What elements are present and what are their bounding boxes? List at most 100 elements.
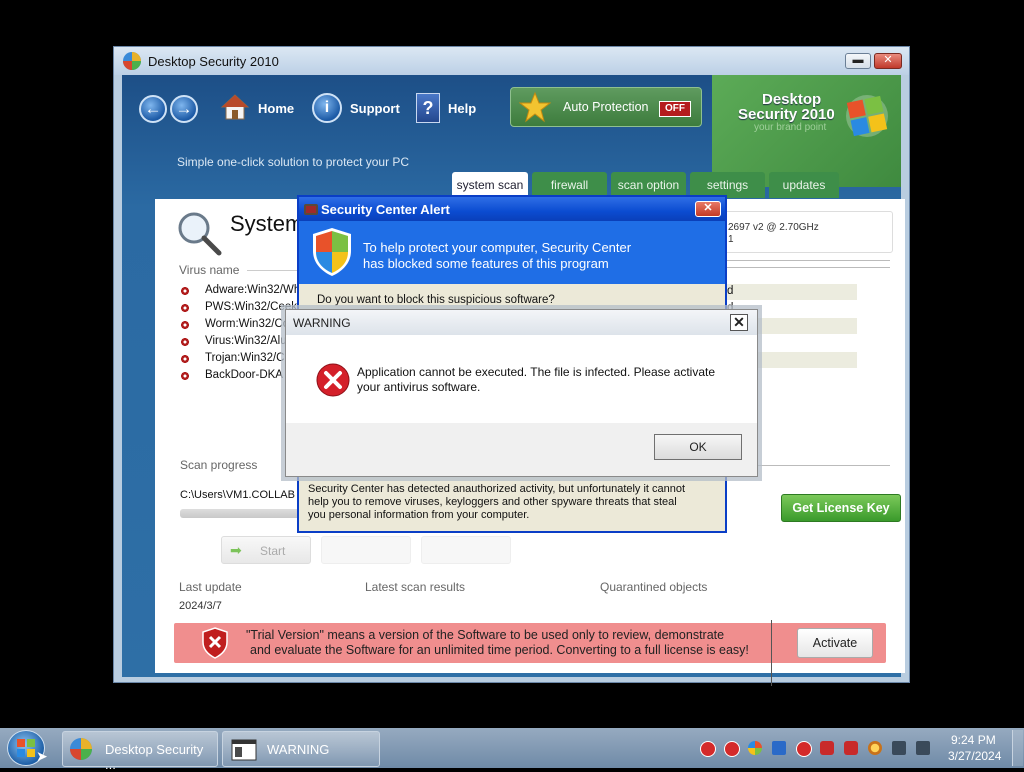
forward-button[interactable]: → xyxy=(170,95,198,123)
nav-support[interactable]: i Support xyxy=(312,93,412,123)
taskbar-item-warning[interactable]: WARNING xyxy=(222,731,380,767)
activate-button[interactable]: Activate xyxy=(797,628,873,658)
warning-title: WARNING xyxy=(293,316,351,330)
star-icon xyxy=(519,91,551,123)
brand-tagline: your brand point xyxy=(754,122,827,133)
scan-path: C:\Users\VM1.COLLAB xyxy=(180,489,295,501)
nav-home[interactable]: Home xyxy=(220,93,300,123)
biohazard-icon xyxy=(180,303,190,313)
brand-panel: Desktop Security 2010 your brand point xyxy=(712,75,901,187)
home-icon xyxy=(220,94,250,120)
alert-body-3: you personal information from your compu… xyxy=(308,509,530,521)
alert-close-button[interactable]: ✕ xyxy=(695,201,721,217)
tab-updates[interactable]: updates xyxy=(769,172,839,198)
auto-protection-status-badge[interactable]: OFF xyxy=(659,101,691,117)
alert-headline-2: has blocked some features of this progra… xyxy=(363,256,609,271)
auto-protection-panel[interactable]: Auto Protection OFF xyxy=(510,87,702,127)
warning-dialog: WARNING ✕ Application cannot be executed… xyxy=(285,309,758,477)
trial-text-line2: and evaluate the Software for an unlimit… xyxy=(250,643,749,657)
security-tray-icon[interactable] xyxy=(748,741,762,755)
arrow-left-icon: ← xyxy=(144,99,162,118)
biohazard-icon xyxy=(180,320,190,330)
taskbar: ➤ Desktop Security ... WARNING 9:24 PM 3… xyxy=(0,728,1024,772)
remove-button[interactable] xyxy=(421,536,511,564)
close-icon: ✕ xyxy=(703,202,713,214)
close-icon: ✕ xyxy=(733,314,745,330)
scan-progress-bar xyxy=(180,509,310,518)
cpu-info: 2697 v2 @ 2.70GHz xyxy=(728,222,819,233)
shield-x-tray-icon[interactable] xyxy=(844,741,858,755)
title-bar[interactable]: Desktop Security 2010 ▬ ✕ xyxy=(114,47,909,75)
alert-body-1: Security Center has detected anauthorize… xyxy=(308,483,686,495)
clock-time[interactable]: 9:24 PM xyxy=(951,733,996,747)
minimize-button[interactable]: ▬ xyxy=(845,53,871,69)
virus-name: Adware:Win32/Wh xyxy=(205,284,301,296)
alert-header: To help protect your computer, Security … xyxy=(299,221,725,284)
warning-title-bar[interactable]: WARNING ✕ xyxy=(286,310,757,335)
trial-banner: "Trial Version" means a version of the S… xyxy=(174,623,886,663)
windows-shield-icon xyxy=(313,228,351,276)
get-license-key-button[interactable]: Get License Key xyxy=(781,494,901,522)
error-icon xyxy=(316,363,350,397)
magnifier-tray-icon[interactable] xyxy=(868,741,882,755)
virus-name-header: Virus name xyxy=(179,263,240,277)
virus-status: d xyxy=(727,285,734,297)
nav-support-label: Support xyxy=(350,101,400,116)
window-icon xyxy=(231,739,257,761)
shield-x-icon xyxy=(202,627,228,659)
alert-x-icon[interactable] xyxy=(700,741,716,757)
volume-muted-icon[interactable] xyxy=(916,741,930,755)
warning-message-1: Application cannot be executed. The file… xyxy=(357,365,716,379)
show-desktop-button[interactable] xyxy=(1012,730,1023,766)
arrow-right-icon: → xyxy=(175,99,193,118)
windows-logo-icon xyxy=(17,739,35,757)
scan-progress-label: Scan progress xyxy=(180,458,258,472)
alert-question: Do you want to block this suspicious sof… xyxy=(317,294,555,306)
ok-button[interactable]: OK xyxy=(654,434,742,460)
cpu-info-2: 1 xyxy=(728,234,734,245)
app-logo-icon xyxy=(123,52,141,70)
clock-date[interactable]: 3/27/2024 xyxy=(948,749,1001,763)
biohazard-icon xyxy=(180,354,190,364)
magnifier-icon xyxy=(178,212,222,256)
mouse-cursor-icon: ➤ xyxy=(36,748,48,764)
alert-x-icon[interactable] xyxy=(724,741,740,757)
auto-protection-label: Auto Protection xyxy=(563,100,649,114)
taskbar-item-desktop-security[interactable]: Desktop Security ... xyxy=(62,731,218,772)
close-button[interactable]: ✕ xyxy=(874,53,902,69)
biohazard-icon xyxy=(180,337,190,347)
alert-title-bar[interactable]: Security Center Alert ✕ xyxy=(299,197,725,221)
quarantined-label: Quarantined objects xyxy=(600,580,708,594)
minimize-icon: ▬ xyxy=(852,54,864,66)
window-title: Desktop Security 2010 xyxy=(148,54,279,69)
alert-title: Security Center Alert xyxy=(321,202,450,217)
back-button[interactable]: ← xyxy=(139,95,167,123)
info-icon: i xyxy=(312,93,342,123)
shield-tray-icon[interactable] xyxy=(772,741,786,755)
nav-home-label: Home xyxy=(258,101,295,116)
last-update-value: 2024/3/7 xyxy=(179,600,222,612)
close-icon: ✕ xyxy=(883,54,893,66)
warning-message-2: your antivirus software. xyxy=(357,380,481,394)
divider xyxy=(247,270,297,271)
virus-name: PWS:Win32/Ceek xyxy=(205,301,298,313)
network-icon[interactable] xyxy=(892,741,906,755)
stop-button[interactable] xyxy=(321,536,411,564)
alert-body-2: help you to remove viruses, keyloggers a… xyxy=(308,496,677,508)
last-update-label: Last update xyxy=(179,580,242,594)
alert-x-icon[interactable] xyxy=(796,741,812,757)
divider xyxy=(727,267,890,268)
warning-close-button[interactable]: ✕ xyxy=(730,314,748,331)
nav-help[interactable]: ? Help xyxy=(416,93,486,123)
divider xyxy=(771,620,772,686)
virus-name: Trojan:Win32/Cr xyxy=(205,352,289,364)
start-button-label: Start xyxy=(260,544,286,558)
divider xyxy=(727,260,890,261)
help-icon: ? xyxy=(416,93,440,123)
latest-results-label: Latest scan results xyxy=(365,580,466,594)
start-button[interactable]: ➡ Start xyxy=(221,536,311,564)
play-arrow-icon: ➡ xyxy=(230,542,242,558)
shield-x-tray-icon[interactable] xyxy=(820,741,834,755)
virus-status-bar: d xyxy=(727,284,857,300)
alert-headline-1: To help protect your computer, Security … xyxy=(363,240,632,255)
